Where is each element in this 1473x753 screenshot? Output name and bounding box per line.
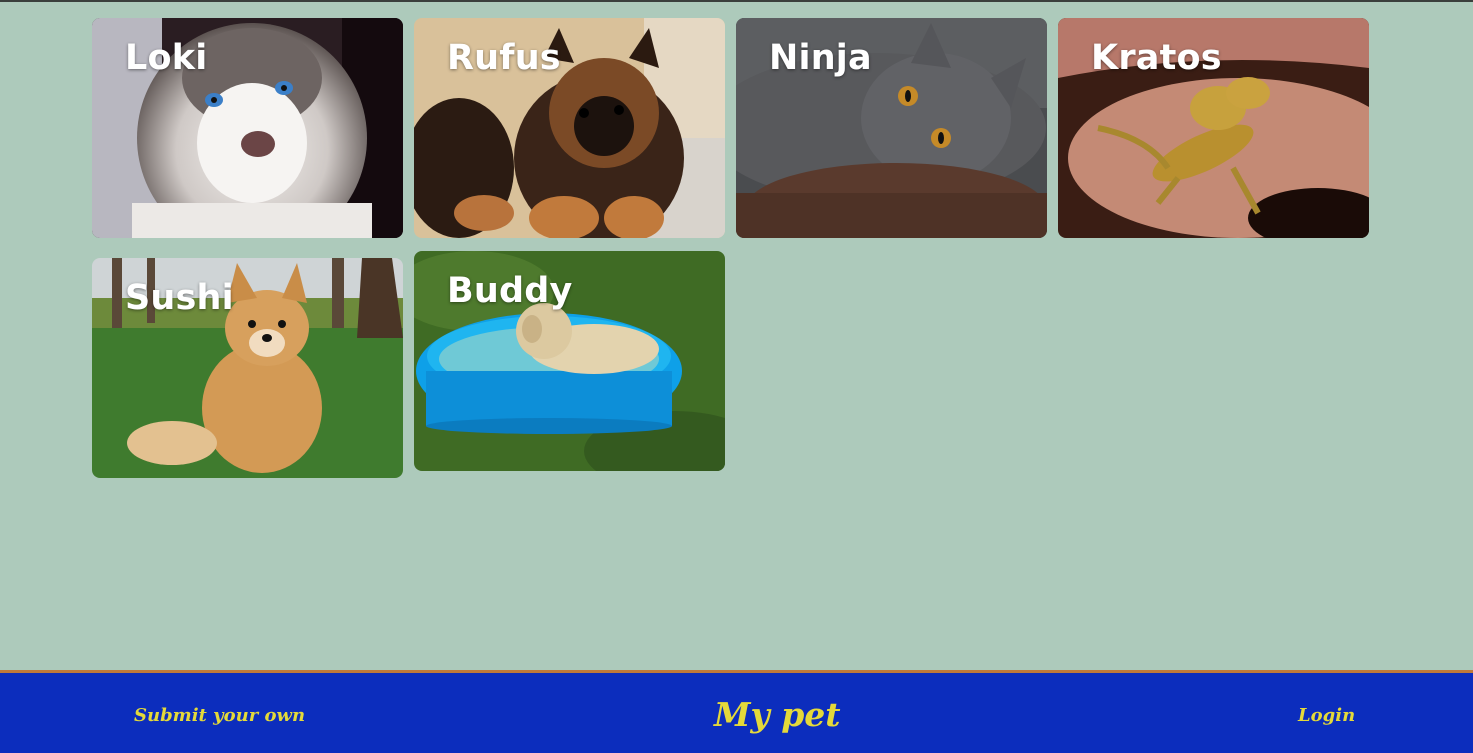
- pet-gallery: Loki Rufus Ninja Kratos Sushi Buddy: [0, 2, 1473, 670]
- pet-name: Ninja: [769, 38, 872, 78]
- pet-card-buddy[interactable]: Buddy: [414, 251, 725, 471]
- login-link[interactable]: Login: [1298, 705, 1355, 726]
- pet-name: Loki: [125, 38, 208, 78]
- pet-card-ninja[interactable]: Ninja: [736, 18, 1047, 238]
- pet-name: Sushi: [125, 278, 234, 318]
- pet-card-rufus[interactable]: Rufus: [414, 18, 725, 238]
- pet-name: Kratos: [1091, 38, 1222, 78]
- pet-name: Rufus: [447, 38, 561, 78]
- pet-card-sushi[interactable]: Sushi: [92, 258, 403, 478]
- footer-bar: Submit your own My pet Login: [0, 670, 1473, 753]
- pet-card-loki[interactable]: Loki: [92, 18, 403, 238]
- submit-your-own-link[interactable]: Submit your own: [134, 705, 305, 726]
- brand-title: My pet: [714, 695, 841, 734]
- pet-card-kratos[interactable]: Kratos: [1058, 18, 1369, 238]
- pet-name: Buddy: [447, 271, 573, 311]
